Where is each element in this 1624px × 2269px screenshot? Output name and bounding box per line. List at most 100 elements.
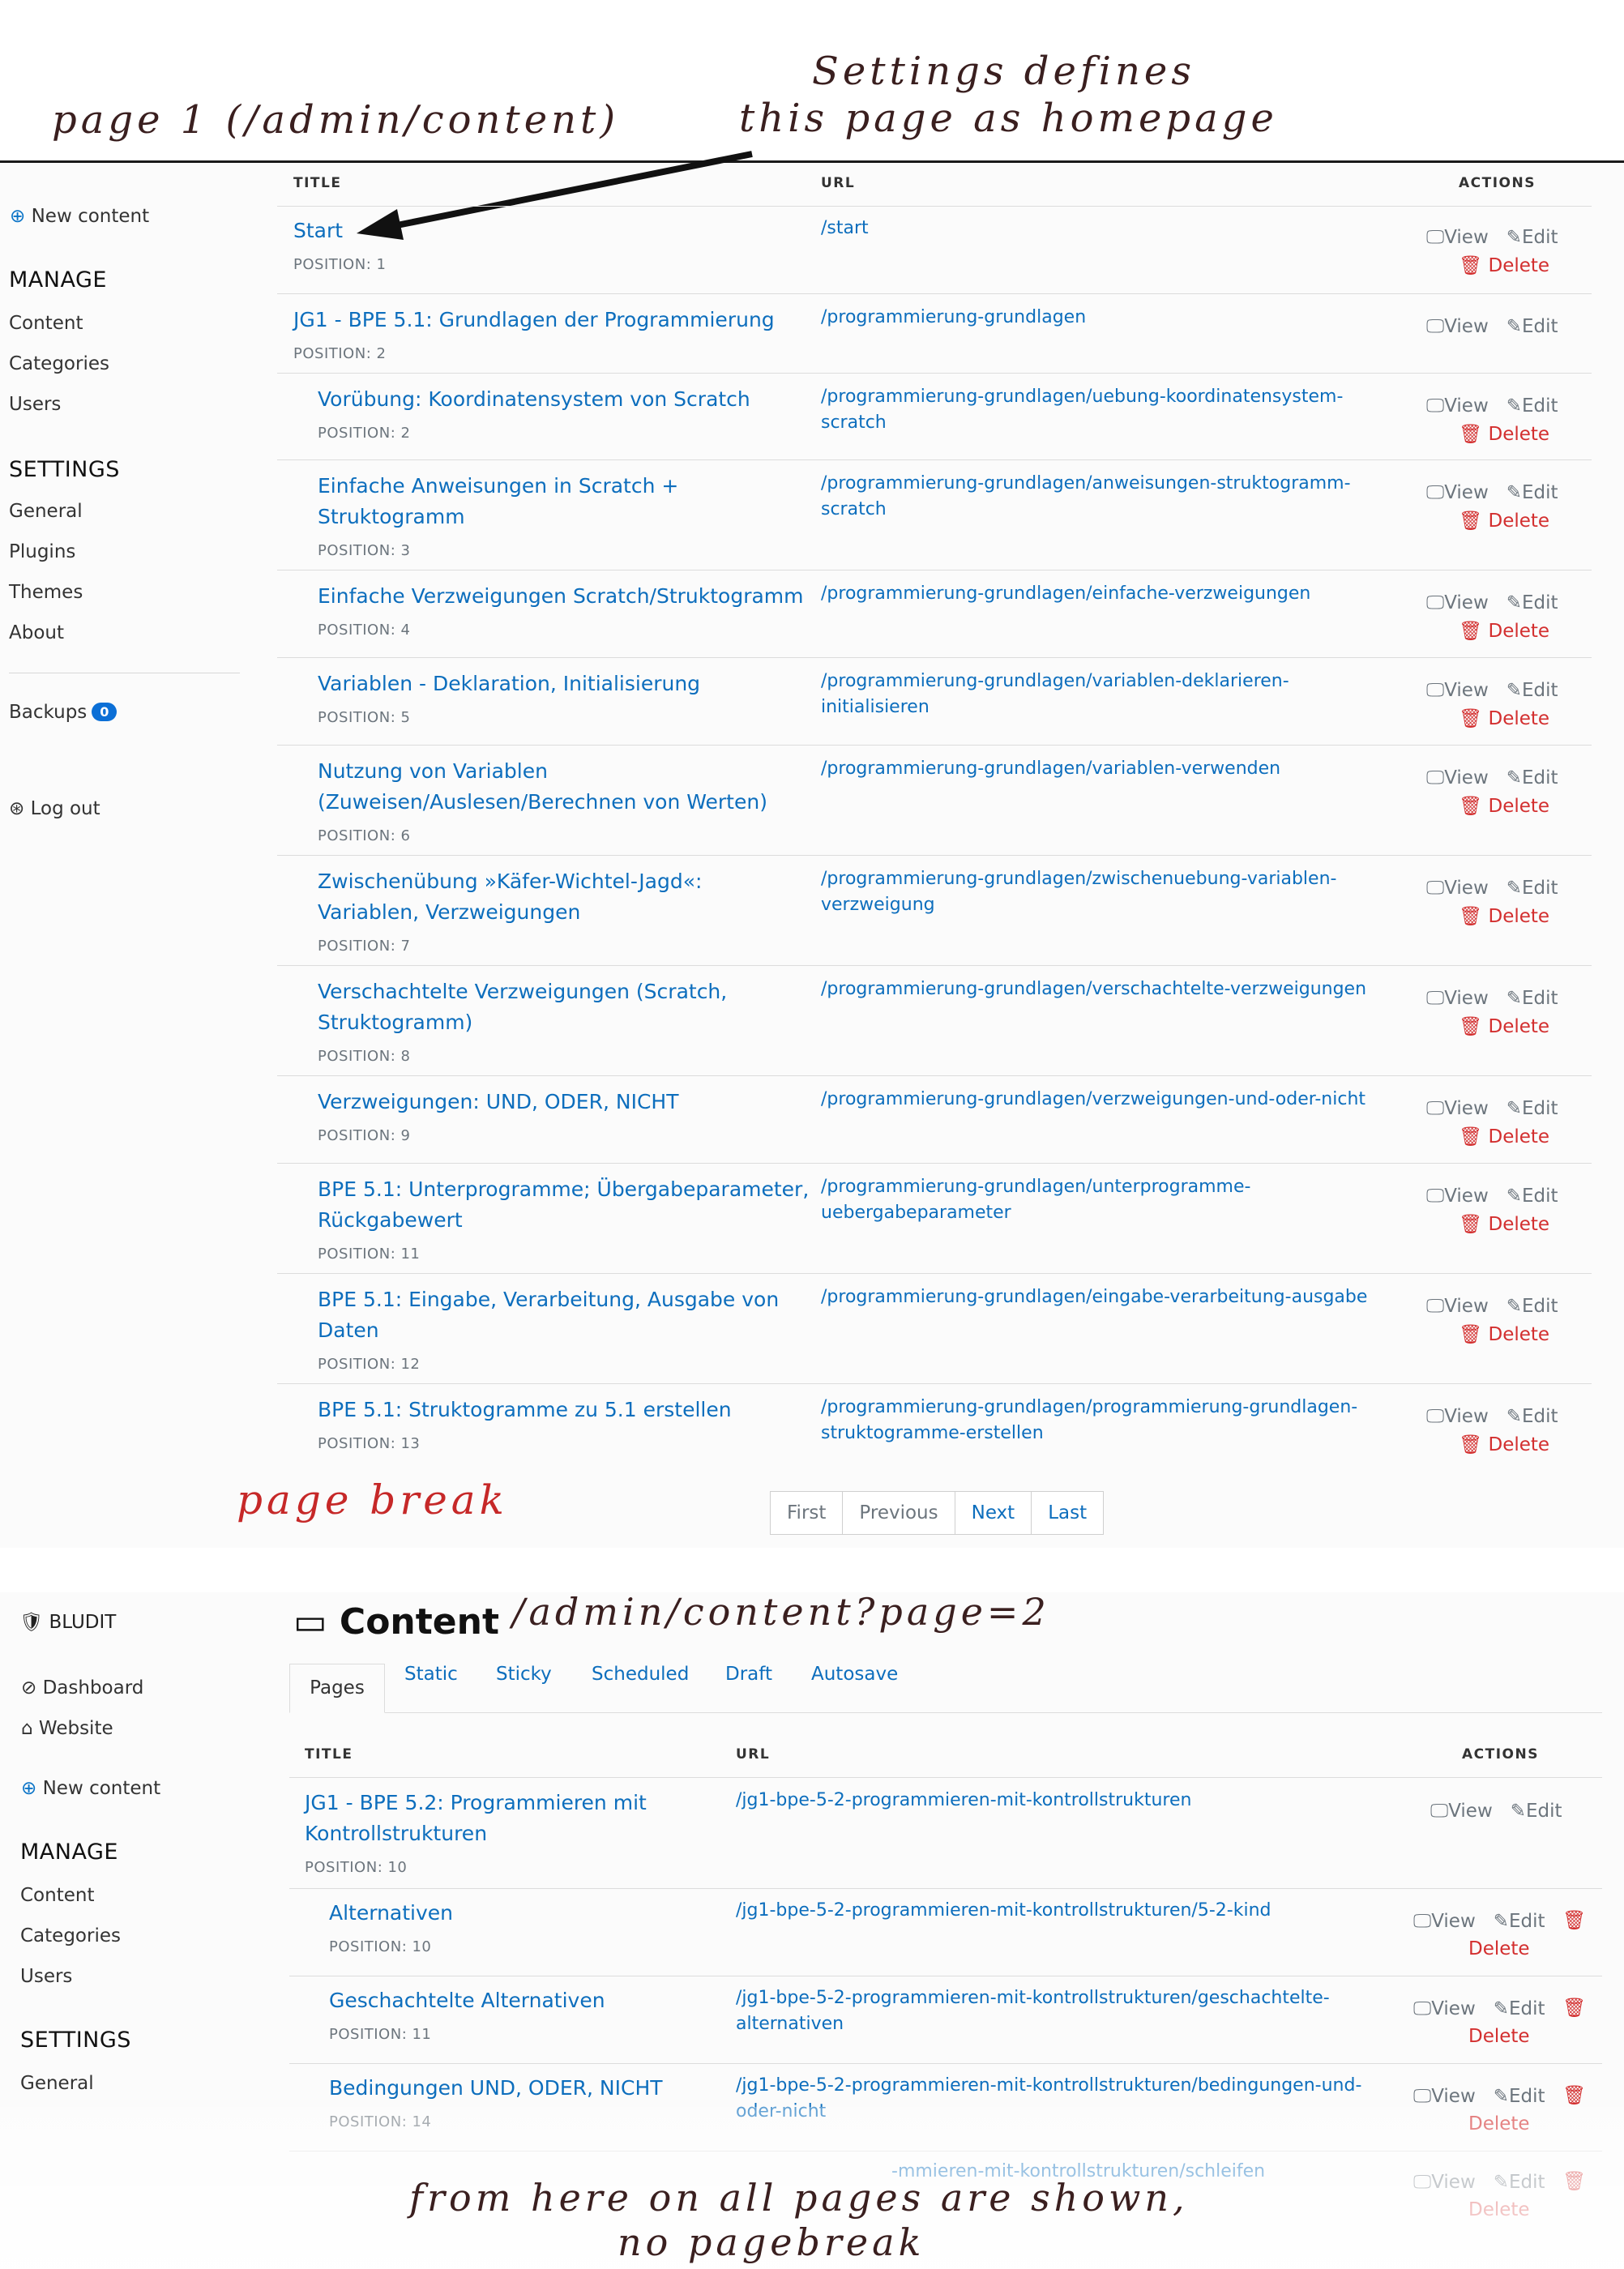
edit-button[interactable]: ✎Edit [1506, 395, 1558, 417]
page-url-link-cont[interactable]: scratch [821, 497, 887, 523]
page-url-link[interactable]: /programmierung-grundlagen/zwischenuebun… [821, 866, 1336, 892]
page-url-link[interactable]: /programmierung-grundlagen/verzweigungen… [821, 1087, 1365, 1113]
page-url-link[interactable]: /jg1-bpe-5-2-programmieren-mit-kontrolls… [736, 2073, 1361, 2099]
page-url-link[interactable]: /programmierung-grundlagen/uebung-koordi… [821, 384, 1343, 410]
sidebar-item-backups[interactable]: Backups 0 [9, 702, 118, 723]
page-title-link[interactable]: Nutzung von Variablen [318, 756, 548, 787]
edit-button[interactable]: ✎Edit [1494, 1998, 1545, 2019]
view-button[interactable]: 🖵View [1426, 227, 1489, 248]
page-title-link[interactable]: BPE 5.1: Eingabe, Verarbeitung, Ausgabe … [318, 1284, 779, 1315]
page-title-link-cont[interactable]: Kontrollstrukturen [305, 1818, 487, 1849]
edit-button[interactable]: ✎Edit [1511, 1801, 1562, 1822]
pagination-first[interactable]: First [771, 1492, 844, 1534]
pagination-next[interactable]: Next [955, 1492, 1032, 1534]
trash-icon[interactable]: 🗑 [1562, 1909, 1586, 1931]
page-title-link[interactable]: Bedingungen UND, ODER, NICHT [329, 2073, 663, 2104]
sidebar-item-themes[interactable]: Themes [9, 582, 83, 603]
edit-button[interactable]: ✎Edit [1506, 1098, 1558, 1119]
edit-button[interactable]: ✎Edit [1494, 1911, 1545, 1932]
logout-link[interactable]: ⊛ Log out [9, 798, 100, 819]
page-title-link[interactable]: Einfache Verzweigungen Scratch/Struktogr… [318, 581, 804, 612]
view-button[interactable]: 🖵View [1413, 1911, 1476, 1932]
sidebar-item-categories[interactable]: Categories [9, 353, 109, 374]
view-button[interactable]: 🖵View [1426, 395, 1489, 417]
view-button[interactable]: 🖵View [1426, 592, 1489, 613]
edit-button[interactable]: ✎Edit [1494, 2086, 1545, 2107]
website-link[interactable]: ⌂ Website [21, 1718, 113, 1739]
view-button[interactable]: 🖵View [1413, 1998, 1476, 2019]
page-title-link-cont[interactable]: Rückgabewert [318, 1205, 463, 1236]
view-button[interactable]: 🖵View [1426, 767, 1489, 788]
page-title-link[interactable]: Verzweigungen: UND, ODER, NICHT [318, 1087, 678, 1117]
page-url-link-cont[interactable]: initialisieren [821, 694, 930, 720]
page-title-link-cont[interactable]: (Zuweisen/Auslesen/Berechnen von Werten) [318, 787, 767, 818]
sidebar-item-content-2[interactable]: Content [20, 1885, 94, 1906]
delete-button[interactable]: 🗑 Delete [1459, 707, 1549, 729]
page-url-link[interactable]: /programmierung-grundlagen/einfache-verz… [821, 581, 1310, 607]
delete-button[interactable]: 🗑 Delete [1459, 1323, 1549, 1345]
page-url-link[interactable]: /programmierung-grundlagen/verschachtelt… [821, 976, 1366, 1002]
page-title-link[interactable]: Vorübung: Koordinatensystem von Scratch [318, 384, 750, 415]
view-button[interactable]: 🖵View [1426, 680, 1489, 701]
page-title-link[interactable]: JG1 - BPE 5.2: Programmieren mit [305, 1788, 647, 1818]
page-url-link[interactable]: /programmierung-grundlagen/eingabe-verar… [821, 1284, 1367, 1310]
page-title-link[interactable]: Variablen - Deklaration, Initialisierung [318, 669, 700, 699]
page-title-link[interactable]: BPE 5.1: Unterprogramme; Übergabeparamet… [318, 1174, 809, 1205]
new-content-link-2[interactable]: ⊕ New content [21, 1778, 160, 1799]
page-url-link[interactable]: /programmierung-grundlagen/programmierun… [821, 1395, 1357, 1421]
delete-button[interactable]: 🗑 Delete [1459, 795, 1549, 817]
page-url-link[interactable]: /programmierung-grundlagen/variablen-ver… [821, 756, 1280, 782]
view-button[interactable]: 🖵View [1426, 482, 1489, 503]
edit-button[interactable]: ✎Edit [1506, 1406, 1558, 1427]
page-title-link[interactable]: JG1 - BPE 5.1: Grundlagen der Programmie… [293, 305, 775, 335]
page-title-link[interactable]: Start [293, 216, 343, 246]
delete-button[interactable]: 🗑 Delete [1459, 1126, 1549, 1147]
sidebar-item-users[interactable]: Users [9, 394, 61, 415]
page-url-link-cont[interactable]: verzweigung [821, 892, 935, 918]
page-url-link[interactable]: /programmierung-grundlagen [821, 305, 1086, 331]
edit-button[interactable]: ✎Edit [1506, 988, 1558, 1009]
page-url-link[interactable]: /jg1-bpe-5-2-programmieren-mit-kontrolls… [736, 1985, 1330, 2011]
page-title-link-cont[interactable]: Variablen, Verzweigungen [318, 897, 580, 928]
page-url-link-cont[interactable]: uebergabeparameter [821, 1200, 1011, 1226]
view-button[interactable]: 🖵View [1426, 1406, 1489, 1427]
page-title-link[interactable]: Verschachtelte Verzweigungen (Scratch, [318, 976, 727, 1007]
page-url-link[interactable]: /jg1-bpe-5-2-programmieren-mit-kontrolls… [736, 1898, 1271, 1924]
view-button[interactable]: 🖵View [1426, 878, 1489, 899]
pagination-previous[interactable]: Previous [843, 1492, 955, 1534]
delete-button[interactable]: 🗑 Delete [1459, 1213, 1549, 1235]
sidebar-item-general-2[interactable]: General [20, 2073, 94, 2094]
page-url-link-cont[interactable]: struktogramme-erstellen [821, 1421, 1044, 1446]
trash-icon[interactable]: 🗑 [1562, 1997, 1586, 2019]
delete-button[interactable]: 🗑 Delete [1459, 1434, 1549, 1455]
page-title-link-cont[interactable]: Struktogramm) [318, 1007, 472, 1038]
sidebar-item-users-2[interactable]: Users [20, 1966, 72, 1987]
sidebar-item-about[interactable]: About [9, 622, 64, 643]
view-button[interactable]: 🖵View [1426, 988, 1489, 1009]
sidebar-item-plugins[interactable]: Plugins [9, 541, 75, 562]
delete-button[interactable]: 🗑 Delete [1459, 905, 1549, 927]
page-url-link[interactable]: /start [821, 216, 869, 241]
page-title-link[interactable]: BPE 5.1: Struktogramme zu 5.1 erstellen [318, 1395, 732, 1425]
edit-button[interactable]: ✎Edit [1506, 482, 1558, 503]
view-button[interactable]: 🖵View [1426, 316, 1489, 337]
page-title-link[interactable]: Alternativen [329, 1898, 453, 1929]
page-title-link[interactable]: Zwischenübung »Käfer-Wichtel-Jagd«: [318, 866, 702, 897]
delete-button[interactable]: 🗑 Delete [1459, 620, 1549, 642]
view-button[interactable]: 🖵View [1426, 1296, 1489, 1317]
tab-static[interactable]: Static [404, 1664, 458, 1685]
page-url-link[interactable]: /programmierung-grundlagen/variablen-dek… [821, 669, 1289, 694]
page-title-link[interactable]: Geschachtelte Alternativen [329, 1985, 605, 2016]
tab-sticky[interactable]: Sticky [496, 1664, 552, 1685]
page-url-link-cont[interactable]: alternativen [736, 2011, 844, 2037]
edit-button[interactable]: ✎Edit [1506, 227, 1558, 248]
new-content-link[interactable]: ⊕ New content [10, 206, 149, 227]
delete-button[interactable]: Delete [1468, 2026, 1530, 2047]
pagination-last[interactable]: Last [1032, 1492, 1103, 1534]
delete-button[interactable]: Delete [1468, 1938, 1530, 1959]
dashboard-link[interactable]: ⊘ Dashboard [21, 1677, 143, 1699]
edit-button[interactable]: ✎Edit [1506, 1296, 1558, 1317]
tab-scheduled[interactable]: Scheduled [592, 1664, 689, 1685]
edit-button[interactable]: ✎Edit [1506, 878, 1558, 899]
page-title-link[interactable]: Einfache Anweisungen in Scratch + [318, 471, 678, 502]
